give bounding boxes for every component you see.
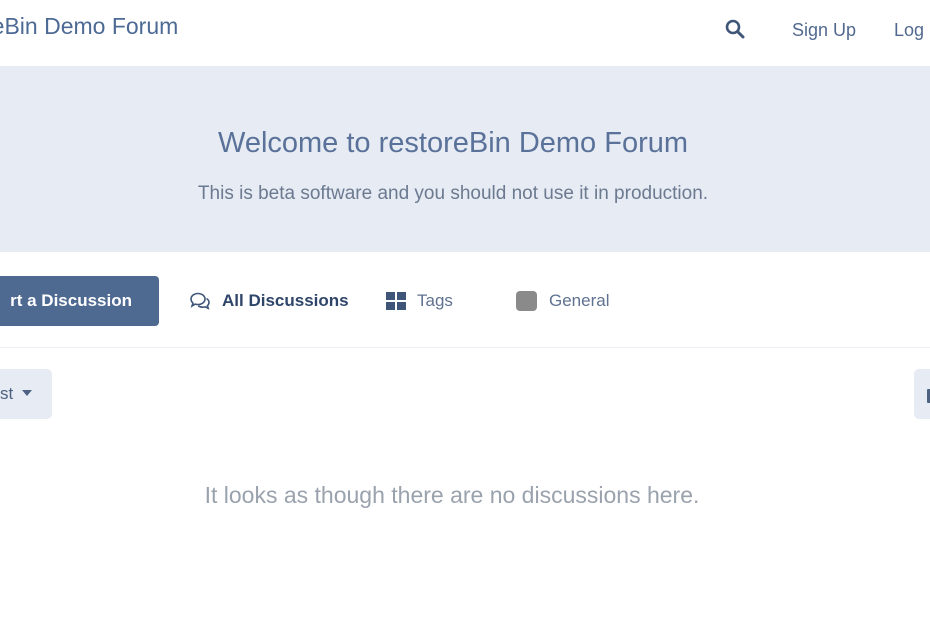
nav-all-discussions[interactable]: All Discussions <box>188 288 349 314</box>
nav-all-discussions-label: All Discussions <box>222 291 349 310</box>
nav-tags[interactable]: Tags <box>385 288 453 314</box>
grid-icon <box>385 291 407 311</box>
nav-tags-label: Tags <box>417 291 453 310</box>
tag-square-icon <box>515 290 539 312</box>
sign-up-link[interactable]: Sign Up <box>792 20 856 41</box>
sort-label: st <box>0 384 14 403</box>
toolbar-divider <box>0 347 930 348</box>
start-discussion-button[interactable]: rt a Discussion <box>0 276 159 326</box>
empty-state-message: It looks as though there are no discussi… <box>204 482 700 508</box>
hero-title: Welcome to restoreBin Demo Forum <box>217 127 689 159</box>
header: reBin Demo Forum Sign Up Log <box>0 0 930 66</box>
nav-tag-general[interactable]: General <box>515 288 609 314</box>
chat-bubbles-icon <box>188 291 212 311</box>
site-title[interactable]: reBin Demo Forum <box>0 13 178 40</box>
sort-dropdown[interactable]: st <box>0 369 52 419</box>
toolbar-action-button[interactable] <box>914 369 930 419</box>
hero-description: This is beta software and you should not… <box>197 183 709 204</box>
search-icon[interactable] <box>724 18 746 40</box>
nav-general-label: General <box>549 291 610 310</box>
log-in-link[interactable]: Log <box>894 20 924 41</box>
welcome-hero: Welcome to restoreBin Demo Forum This is… <box>0 66 930 252</box>
caret-down-icon <box>22 390 33 396</box>
